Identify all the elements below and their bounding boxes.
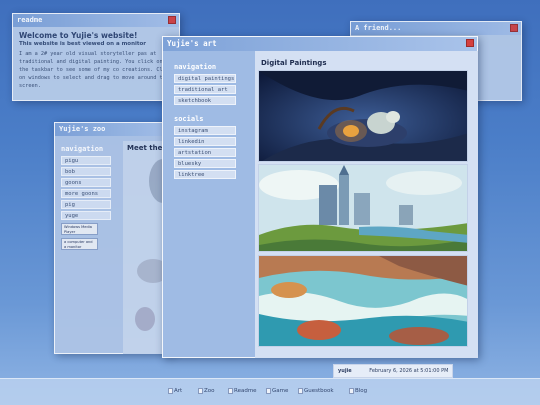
taskbar-blog[interactable]: Blog	[349, 388, 367, 394]
game-icon	[266, 388, 271, 394]
taskbar-zoo[interactable]: Zoo	[198, 388, 215, 394]
art-window[interactable]: Yujie's art navigation digital paintings…	[162, 36, 478, 358]
taskbar-game-label: Game	[272, 388, 289, 394]
close-icon[interactable]	[510, 24, 518, 32]
zoo-nav-pigu[interactable]: pigu	[61, 156, 111, 165]
zoo-window[interactable]: Yujie's zoo Meet the navigation pigu bob…	[54, 122, 177, 354]
art-title: Yujie's art	[167, 39, 217, 48]
taskbar-art[interactable]: Art	[168, 388, 182, 394]
art-nav-heading: navigation	[174, 63, 217, 71]
painting-cave[interactable]	[258, 70, 468, 162]
zoo-nav-bob[interactable]: bob	[61, 167, 111, 176]
zoo-icon	[198, 388, 203, 394]
zoo-nav-pig[interactable]: pig	[61, 200, 111, 209]
zoo-nav-heading: navigation	[61, 145, 104, 153]
art-icon	[168, 388, 173, 394]
readme-title: readme	[17, 16, 43, 24]
social-bluesky[interactable]: bluesky	[174, 159, 236, 168]
art-main-panel: Digital Paintings	[255, 51, 478, 358]
zoo-title: Yujie's zoo	[59, 125, 106, 133]
zoo-nav-yuge[interactable]: yuge	[61, 211, 111, 220]
social-artstation[interactable]: artstation	[174, 148, 236, 157]
zoo-titlebar[interactable]: Yujie's zoo	[55, 123, 173, 136]
socials-heading: socials	[174, 115, 204, 123]
comment-date: February 6, 2026 at 5:01:00 PM	[369, 368, 449, 374]
social-linktree[interactable]: linktree	[174, 170, 236, 179]
social-linkedin[interactable]: linkedin	[174, 137, 236, 146]
taskbar: Art Zoo Readme Game Guestbook Blog	[0, 378, 540, 405]
nav-traditional-art[interactable]: traditional art	[174, 85, 236, 94]
painting-waves[interactable]	[258, 255, 468, 347]
taskbar-readme[interactable]: Readme	[228, 388, 257, 394]
close-icon[interactable]	[168, 16, 176, 24]
taskbar-blog-label: Blog	[355, 388, 368, 394]
blog-icon	[349, 388, 354, 394]
computer-monitor-badge[interactable]: a computer and a monitor	[61, 238, 98, 250]
zoo-meet-heading: Meet the	[127, 144, 163, 152]
media-player-badge[interactable]: Windows Media Player	[61, 223, 98, 235]
readme-heading: Welcome to Yujie's website!	[19, 31, 138, 40]
comment-author: yujie	[338, 368, 352, 374]
guestbook-comment: yujie February 6, 2026 at 5:01:00 PM	[333, 364, 453, 378]
zoo-nav-more-goons[interactable]: more goons	[61, 189, 111, 198]
nav-sketchbook[interactable]: sketchbook	[174, 96, 236, 105]
zoo-nav-goons[interactable]: goons	[61, 178, 111, 187]
taskbar-guestbook-label: Guestbook	[304, 388, 334, 394]
readme-titlebar[interactable]: readme	[13, 14, 179, 27]
painting-castle[interactable]	[258, 164, 468, 252]
taskbar-zoo-label: Zoo	[204, 388, 215, 394]
readme-subheading: This website is best viewed on a monitor	[19, 41, 147, 47]
readme-icon	[228, 388, 233, 394]
nav-digital-paintings[interactable]: digital paintings	[174, 74, 236, 83]
art-titlebar[interactable]: Yujie's art	[163, 37, 477, 51]
taskbar-guestbook[interactable]: Guestbook	[298, 388, 334, 394]
social-instagram[interactable]: instagram	[174, 126, 236, 135]
readme-body: I am a 2# year old visual storyteller pa…	[19, 51, 173, 89]
section-title: Digital Paintings	[261, 59, 327, 67]
taskbar-game[interactable]: Game	[266, 388, 288, 394]
close-icon[interactable]	[466, 39, 474, 47]
readme-window[interactable]: readme Welcome to Yujie's website! This …	[12, 13, 180, 101]
friend-titlebar[interactable]: A friend...	[351, 22, 521, 35]
taskbar-readme-label: Readme	[234, 388, 257, 394]
guestbook-icon	[298, 388, 303, 394]
taskbar-art-label: Art	[174, 388, 183, 394]
friend-title: A friend...	[355, 24, 402, 32]
